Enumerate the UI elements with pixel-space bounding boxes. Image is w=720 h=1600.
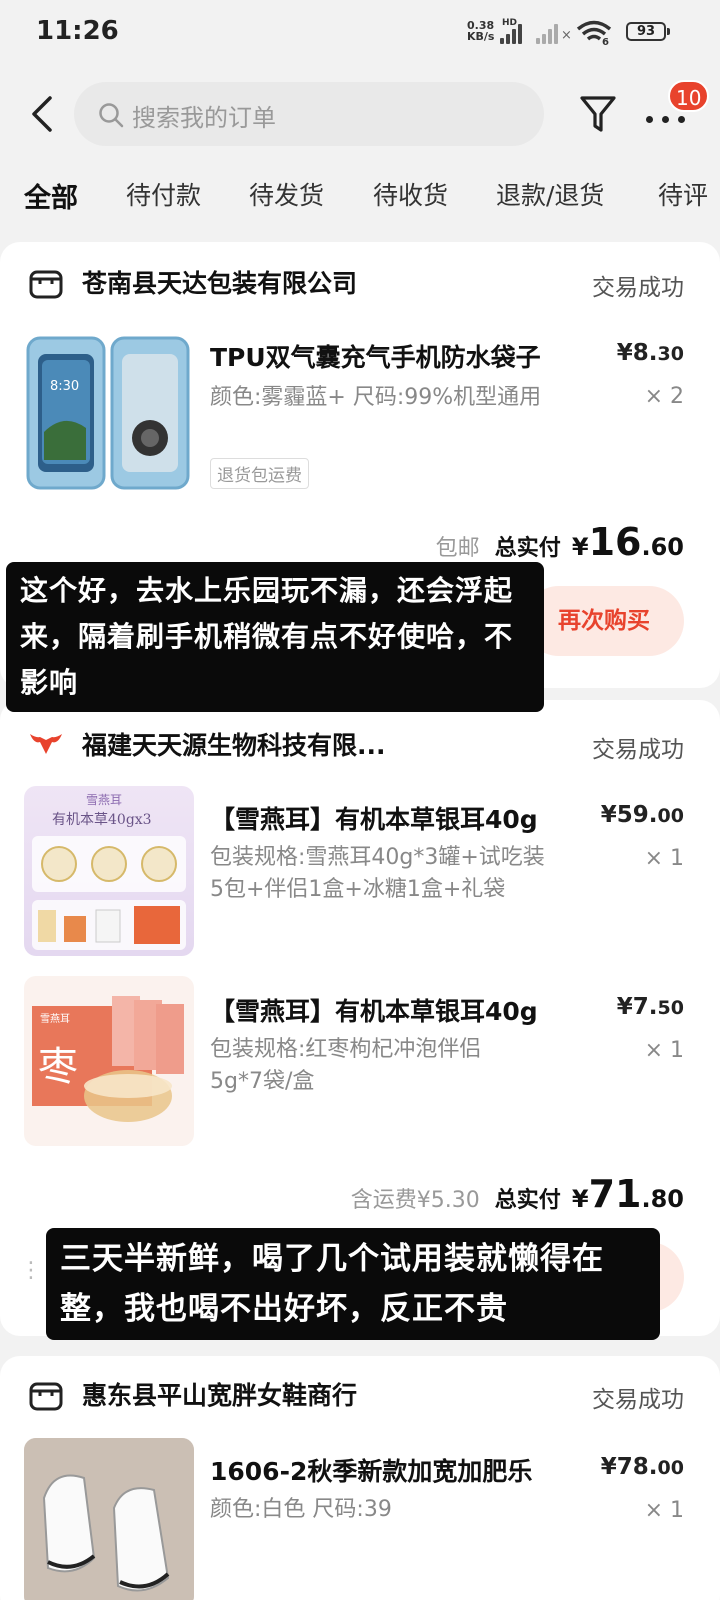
back-arrow-icon[interactable] (26, 94, 66, 134)
tab-pending-review[interactable]: 待评 (658, 176, 708, 212)
shipping-note: 包邮 (435, 536, 480, 561)
order-tabs: 全部 待付款 待发货 待收货 退款/退货 待评 (0, 168, 720, 224)
svg-text:有机本草40gx3: 有机本草40gx3 (52, 812, 152, 828)
bull-logo-icon (30, 734, 62, 754)
more-options-icon[interactable]: ⋮ (20, 1258, 42, 1283)
wifi-icon: 6 (576, 20, 612, 46)
product-spec: 颜色:雾霾蓝+ 尺码:99%机型通用 (210, 385, 542, 410)
shop-name: 福建天天源生物科技有限... (82, 731, 386, 760)
svg-text:6: 6 (602, 37, 609, 46)
battery-indicator: 93 (626, 22, 670, 41)
order-status: 交易成功 (592, 737, 684, 763)
shop-icon (29, 1382, 63, 1411)
product-title[interactable]: TPU双气囊充气手机防水袋子 (210, 338, 541, 374)
shop-name: 苍南县天达包装有限公司 (82, 269, 358, 298)
product-price: ¥59.00 (600, 802, 684, 828)
product-quantity: × 1 (644, 846, 684, 871)
return-shipping-tag: 退货包运费 (210, 458, 309, 489)
tab-pending-shipment[interactable]: 待发货 (249, 176, 324, 212)
shop-name: 惠东县平山宽胖女鞋商行 (82, 1381, 358, 1410)
review-caption: 三天半新鲜，喝了几个试用装就懒得在整，我也喝不出好坏，反正不贵 (46, 1228, 660, 1340)
top-bar: 搜索我的订单 10 (0, 74, 720, 154)
review-caption: 这个好，去水上乐园玩不漏，还会浮起来，隔着刷手机稍微有点不好使哈，不影响 (6, 562, 544, 712)
search-input[interactable]: 搜索我的订单 (74, 82, 544, 146)
clock: 11:26 (36, 16, 119, 46)
product-spec: 颜色:白色 尺码:39 (210, 1497, 392, 1522)
shipping-note: 含运费¥5.30 (350, 1188, 480, 1213)
product-price: ¥8.30 (616, 340, 684, 366)
buy-again-button[interactable]: 再次购买 (524, 586, 684, 656)
tab-refund[interactable]: 退款/退货 (496, 176, 604, 212)
product-quantity: × 1 (644, 1038, 684, 1063)
order-total: 包邮 总实付 ¥16.60 (435, 520, 684, 564)
search-icon (99, 103, 124, 128)
svg-text:雪燕耳: 雪燕耳 (40, 1013, 70, 1025)
order-status: 交易成功 (592, 275, 684, 301)
notification-badge: 10 (668, 80, 710, 112)
product-spec: 包装规格:红枣枸杞冲泡伴侣5g*7袋/盒 (210, 1037, 482, 1094)
product-title[interactable]: 【雪燕耳】有机本草银耳40g (210, 800, 538, 836)
signal-2-icon: × (536, 22, 572, 44)
svg-text:枣: 枣 (38, 1044, 78, 1090)
product-quantity: × 1 (644, 1498, 684, 1523)
tab-all[interactable]: 全部 (24, 176, 78, 215)
order-status: 交易成功 (592, 1387, 684, 1413)
svg-text:雪燕耳: 雪燕耳 (86, 793, 122, 807)
tab-pending-receipt[interactable]: 待收货 (373, 176, 448, 212)
tab-pending-payment[interactable]: 待付款 (126, 176, 201, 212)
search-placeholder: 搜索我的订单 (132, 104, 276, 132)
product-title[interactable]: 1606-2秋季新款加宽加肥乐 (210, 1452, 532, 1488)
status-bar: 11:26 0.38 KB/s HD × 6 93 (0, 0, 720, 66)
signal-icon (500, 22, 526, 44)
order-total: 含运费¥5.30 总实付 ¥71.80 (350, 1172, 684, 1216)
product-image[interactable] (24, 1438, 194, 1600)
product-image[interactable]: 8:30 (24, 332, 194, 502)
product-title[interactable]: 【雪燕耳】有机本草银耳40g (210, 992, 538, 1028)
product-price: ¥78.00 (600, 1454, 684, 1480)
product-price: ¥7.50 (616, 994, 684, 1020)
product-image[interactable]: 雪燕耳 枣 (24, 976, 194, 1146)
product-quantity: × 2 (644, 384, 684, 409)
shop-icon (29, 270, 63, 299)
order-card[interactable]: 惠东县平山宽胖女鞋商行 交易成功 1606-2秋季新款加宽加肥乐 颜色:白色 尺… (0, 1356, 720, 1600)
svg-text:8:30: 8:30 (50, 379, 79, 394)
network-speed: 0.38 KB/s (467, 19, 495, 43)
product-image[interactable]: 雪燕耳 有机本草40gx3 (24, 786, 194, 956)
product-spec: 包装规格:雪燕耳40g*3罐+试吃装5包+伴侣1盒+冰糖1盒+礼袋 (210, 845, 545, 902)
filter-icon[interactable] (578, 92, 618, 136)
